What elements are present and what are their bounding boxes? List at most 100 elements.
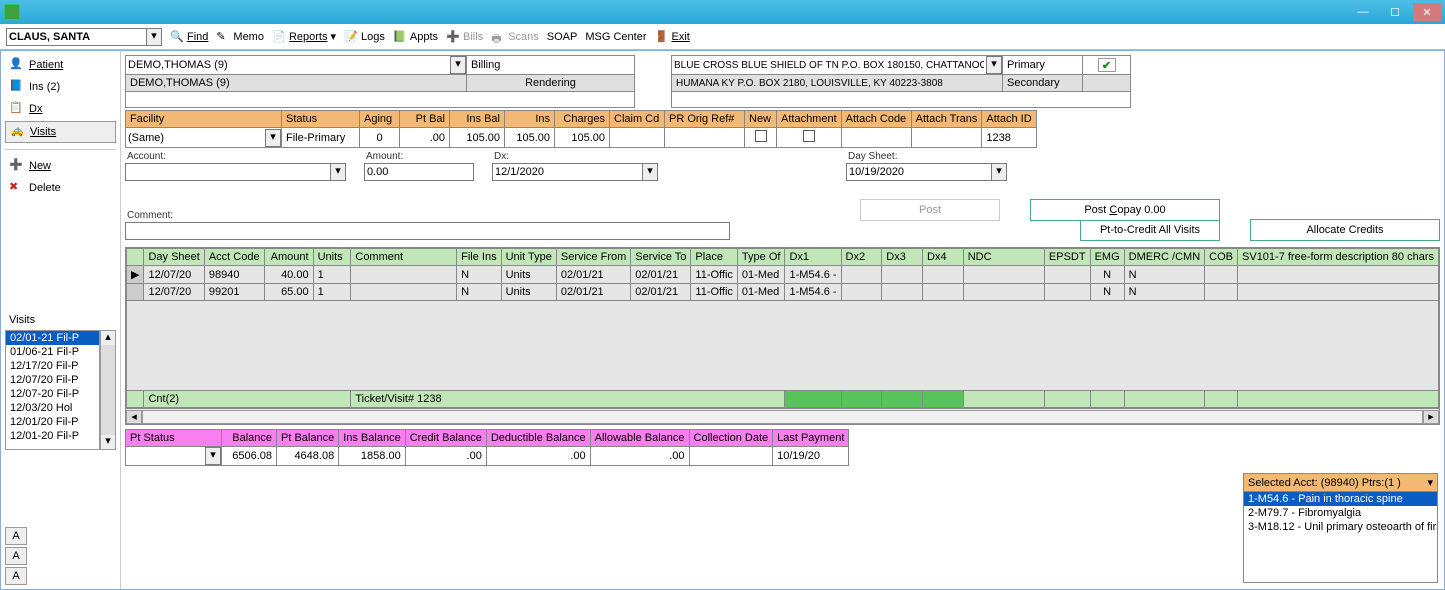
facility-select[interactable] xyxy=(126,129,265,147)
allocate-credits-button[interactable]: Allocate Credits xyxy=(1250,219,1440,241)
visit-item[interactable]: 12/17/20 Fil-P xyxy=(6,359,99,373)
daysheet-input[interactable] xyxy=(846,163,991,181)
primary-insurance-dropdown[interactable]: ▾ xyxy=(986,56,1002,74)
dx-date-dropdown[interactable]: ▾ xyxy=(642,163,658,181)
service-row[interactable]: 12/07/209920165.001NUnits02/01/2102/01/2… xyxy=(127,284,1439,301)
summary-cnt: Cnt(2) xyxy=(144,391,351,408)
find-icon: 🔍 xyxy=(170,30,184,44)
msg-center-button[interactable]: MSG Center xyxy=(585,31,646,43)
nav-visits[interactable]: 🚕Visits xyxy=(5,121,116,143)
account-input[interactable] xyxy=(125,163,330,181)
scroll-down-icon[interactable]: ▾ xyxy=(101,435,115,449)
bal-colldate xyxy=(689,447,773,466)
visit-item[interactable]: 12/01/20 Fil-P xyxy=(6,415,99,429)
a-button[interactable]: A xyxy=(5,527,27,545)
rendering-provider: DEMO,THOMAS (9) xyxy=(126,75,467,92)
svc-col-cob: COB xyxy=(1205,249,1238,266)
app-logo-icon xyxy=(4,4,20,20)
memo-button[interactable]: ✎Memo xyxy=(216,30,264,44)
appts-icon: 📗 xyxy=(393,30,407,44)
charges-value: 105.00 xyxy=(555,128,610,148)
reports-button[interactable]: 📄Reports ▾ xyxy=(272,30,336,44)
svc-col-units: Units xyxy=(313,249,351,266)
logs-button[interactable]: 📝Logs xyxy=(344,30,385,44)
bal-insbal: 1858.00 xyxy=(339,447,405,466)
a-button[interactable]: A xyxy=(5,547,27,565)
account-dropdown[interactable]: ▾ xyxy=(330,163,346,181)
exit-button[interactable]: 🚪Exit xyxy=(655,30,690,44)
summary-row: Cnt(2) Ticket/Visit# 1238 xyxy=(127,391,1439,408)
dx-date-input[interactable] xyxy=(492,163,642,181)
attachid-value: 1238 xyxy=(982,128,1036,148)
dx-icon: 📋 xyxy=(9,101,25,117)
bills-button: ➕Bills xyxy=(446,30,483,44)
service-horizontal-scrollbar[interactable]: ◂ ▸ xyxy=(126,408,1439,424)
new-icon: ➕ xyxy=(9,158,25,174)
visit-item[interactable]: 01/06-21 Fil-P xyxy=(6,345,99,359)
visit-item[interactable]: 12/07-20 Fil-P xyxy=(6,387,99,401)
nav-delete[interactable]: ✖Delete xyxy=(5,178,116,198)
close-button[interactable]: ✕ xyxy=(1413,3,1441,21)
col-attachment: Attachment xyxy=(777,111,842,128)
ptstatus-select[interactable] xyxy=(126,447,205,465)
attachment-checkbox[interactable] xyxy=(803,130,815,142)
visits-scrollbar[interactable]: ▴ ▾ xyxy=(100,330,116,450)
insbal-value: 105.00 xyxy=(450,128,505,148)
billing-provider-dropdown[interactable]: ▾ xyxy=(450,56,466,74)
comment-input[interactable] xyxy=(125,222,730,240)
visits-list[interactable]: 02/01-21 Fil-P01/06-21 Fil-P12/17/20 Fil… xyxy=(5,330,100,450)
ptstatus-dropdown[interactable]: ▾ xyxy=(205,447,221,465)
patient-dropdown-button[interactable]: ▾ xyxy=(146,28,162,46)
secondary-label: Secondary xyxy=(1003,75,1083,92)
titlebar: — ☐ ✕ xyxy=(0,0,1445,24)
service-row[interactable]: ▶12/07/209894040.001NUnits02/01/2102/01/… xyxy=(127,266,1439,284)
scroll-up-icon[interactable]: ▴ xyxy=(101,331,115,345)
bal-col-credit: Credit Balance xyxy=(405,430,486,447)
chevron-down-icon[interactable]: ▾ xyxy=(1427,476,1433,489)
visit-item[interactable]: 12/03/20 Hol xyxy=(6,401,99,415)
facility-dropdown[interactable]: ▾ xyxy=(265,129,281,147)
bal-lastpay: 10/19/20 xyxy=(773,447,849,466)
scans-button: 🖶Scans xyxy=(491,30,539,44)
amount-input[interactable] xyxy=(364,163,474,181)
soap-button[interactable]: SOAP xyxy=(547,31,578,43)
visit-item[interactable]: 02/01-21 Fil-P xyxy=(6,331,99,345)
primary-check-icon[interactable]: ✔ xyxy=(1098,58,1116,72)
diagnosis-item[interactable]: 1-M54.6 - Pain in thoracic spine xyxy=(1244,492,1437,506)
scans-icon: 🖶 xyxy=(491,30,505,44)
visit-item[interactable]: 12/01-20 Fil-P xyxy=(6,429,99,443)
col-claimcd: Claim Cd xyxy=(610,111,665,128)
diagnosis-item[interactable]: 3-M18.12 - Unil primary osteoarth of fir… xyxy=(1244,520,1437,534)
nav-patient[interactable]: 👤Patient xyxy=(5,55,116,75)
post-copay-button[interactable]: Post Copay 0.00 xyxy=(1030,199,1220,221)
billing-provider-select[interactable] xyxy=(126,56,450,74)
visit-item[interactable]: 12/07/20 Fil-P xyxy=(6,373,99,387)
content-area: 👤Patient 📘Ins (2) 📋Dx 🚕Visits ➕New ✖Dele… xyxy=(0,50,1445,590)
new-checkbox[interactable] xyxy=(755,130,767,142)
diagnosis-list[interactable]: 1-M54.6 - Pain in thoracic spine2-M79.7 … xyxy=(1244,492,1437,582)
patient-name-input[interactable] xyxy=(6,28,146,46)
diagnosis-item[interactable]: 2-M79.7 - Fibromyalgia xyxy=(1244,506,1437,520)
primary-insurance-select[interactable] xyxy=(672,56,986,74)
scroll-left-icon[interactable]: ◂ xyxy=(126,410,142,424)
nav-dx[interactable]: 📋Dx xyxy=(5,99,116,119)
summary-ticket: Ticket/Visit# 1238 xyxy=(351,391,785,408)
col-prorig: PR Orig Ref# xyxy=(665,111,745,128)
nav-ins[interactable]: 📘Ins (2) xyxy=(5,77,116,97)
appts-button[interactable]: 📗Appts xyxy=(393,30,438,44)
ins-value: 105.00 xyxy=(505,128,555,148)
nav-new[interactable]: ➕New xyxy=(5,156,116,176)
visits-icon: 🚕 xyxy=(10,124,26,140)
col-attachcode: Attach Code xyxy=(841,111,911,128)
maximize-button[interactable]: ☐ xyxy=(1381,3,1409,21)
bal-col-ptbal: Pt Balance xyxy=(277,430,339,447)
bal-ptbal: 4648.08 xyxy=(277,447,339,466)
find-button[interactable]: 🔍Find xyxy=(170,30,208,44)
billing-label: Billing xyxy=(467,56,635,75)
bal-col-lastpay: Last Payment xyxy=(773,430,849,447)
a-button[interactable]: A xyxy=(5,567,27,585)
pt-to-credit-button[interactable]: Pt-to-Credit All Visits xyxy=(1080,219,1220,241)
minimize-button[interactable]: — xyxy=(1349,3,1377,21)
scroll-right-icon[interactable]: ▸ xyxy=(1423,410,1439,424)
daysheet-dropdown[interactable]: ▾ xyxy=(991,163,1007,181)
